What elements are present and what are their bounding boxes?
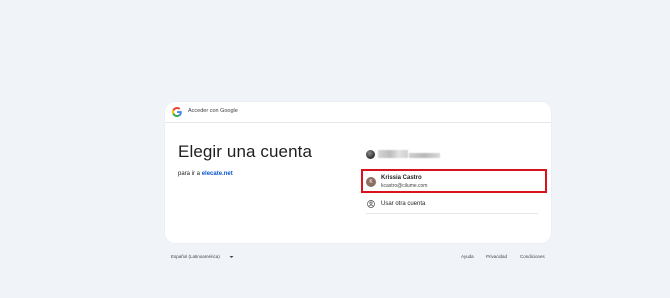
help-link[interactable]: Ayuda — [461, 254, 474, 259]
destination-link[interactable]: elecate.net — [202, 171, 233, 177]
chevron-down-icon[interactable] — [229, 255, 234, 259]
google-logo-icon — [172, 107, 182, 117]
use-other-account-button[interactable]: Usar otra cuenta — [366, 197, 538, 214]
account-row-blurred[interactable] — [366, 149, 538, 163]
blurred-account-name — [378, 150, 408, 158]
language-selector[interactable]: Español (Latinoamérica) — [171, 254, 220, 259]
use-other-account-label: Usar otra cuenta — [381, 201, 426, 207]
privacy-link[interactable]: Privacidad — [486, 254, 507, 259]
avatar — [366, 150, 375, 159]
selected-account-highlight — [361, 169, 547, 193]
person-circle-icon — [367, 200, 375, 208]
blurred-account-email — [409, 153, 440, 158]
page-title: Elegir una cuenta — [178, 142, 313, 161]
page-subtitle: para ir a elecate.net — [178, 171, 233, 177]
subtitle-prefix: para ir a — [178, 171, 201, 177]
card-header: Acceder con Google — [165, 102, 551, 123]
header-title: Acceder con Google — [188, 108, 238, 114]
terms-link[interactable]: Condiciones — [520, 254, 545, 259]
